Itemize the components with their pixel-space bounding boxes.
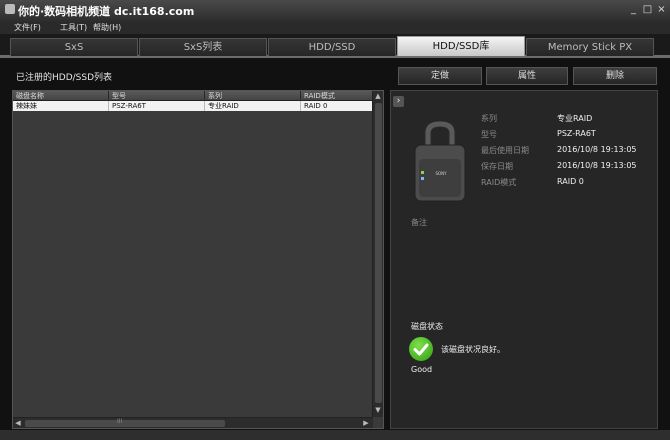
menu-file[interactable]: 文件(F) [14, 22, 41, 34]
value-last-used: 2016/10/8 19:13:05 [557, 145, 637, 154]
disk-status-value: Good [411, 365, 433, 374]
customize-button[interactable]: 定做 [398, 67, 482, 85]
cell-disk-name: 辣妹妹 [13, 101, 109, 111]
column-model[interactable]: 型号 [109, 91, 205, 101]
cell-raid-mode: RAID 0 [304, 102, 328, 110]
tab-sxs-list[interactable]: SxS列表 [139, 38, 267, 56]
column-raid-mode[interactable]: RAID模式 [301, 91, 373, 101]
label-model: 型号 [481, 130, 497, 139]
hdd-device-image: SONY [414, 120, 466, 202]
status-ok-icon [409, 337, 433, 361]
properties-button[interactable]: 属性 [486, 67, 568, 85]
detail-panel: › SONY 系列 专业RAID 型号 PSZ-RA6T 最后使用日期 2016… [390, 90, 658, 429]
tab-sxs[interactable]: SxS [10, 38, 138, 56]
scroll-up-icon[interactable]: ▲ [373, 91, 383, 101]
label-raid-mode: RAID模式 [481, 178, 517, 187]
label-series: 系列 [481, 114, 497, 123]
tab-memory-stick-px[interactable]: Memory Stick PX [526, 38, 654, 56]
column-disk-name[interactable]: 磁盘名称 [13, 91, 109, 101]
menu-bar: 文件(F) 工具(T) 帮助(H) [0, 22, 670, 34]
menu-help[interactable]: 帮助(H) [93, 22, 121, 34]
cell-model: PSZ-RA6T [109, 101, 205, 111]
label-saved-date: 保存日期 [481, 162, 513, 171]
status-bar [0, 430, 670, 440]
tab-hdd-ssd[interactable]: HDD/SSD [268, 38, 396, 56]
cell-series: 专业RAID [205, 101, 301, 111]
minimize-button[interactable]: _ [627, 4, 640, 16]
grip-icon: III [117, 418, 123, 425]
value-series: 专业RAID [557, 114, 593, 123]
table-row[interactable]: 辣妹妹 PSZ-RA6T 专业RAID RAID 0 [13, 101, 373, 111]
scroll-down-icon[interactable]: ▼ [373, 405, 383, 415]
checkmark-icon [413, 343, 429, 356]
horizontal-scroll-thumb[interactable]: III [25, 418, 225, 427]
table-header: 磁盘名称 型号 系列 RAID模式 [13, 91, 373, 101]
horizontal-scrollbar[interactable]: ◀ III ▶ [13, 417, 373, 428]
scroll-left-icon[interactable]: ◀ [13, 418, 23, 428]
list-title: 已注册的HDD/SSD列表 [16, 73, 113, 83]
value-model: PSZ-RA6T [557, 129, 596, 138]
value-saved-date: 2016/10/8 19:13:05 [557, 161, 637, 170]
tab-hdd-ssd-library[interactable]: HDD/SSD库 [397, 36, 525, 56]
disk-status-message: 该磁盘状况良好。 [441, 345, 505, 354]
disk-status-title: 磁盘状态 [411, 322, 443, 331]
value-raid-mode: RAID 0 [557, 177, 584, 186]
tab-bar: SxS SxS列表 HDD/SSD HDD/SSD库 Memory Stick … [0, 34, 670, 58]
window-title: 你的·数码相机频道 dc.it168.com [18, 5, 195, 18]
main-panel: 已注册的HDD/SSD列表 定做 属性 删除 磁盘名称 型号 系列 RAID模式… [0, 58, 670, 430]
title-bar: 你的·数码相机频道 dc.it168.com _ □ × [0, 0, 670, 22]
app-icon [5, 4, 15, 14]
expand-chevron-icon[interactable]: › [393, 96, 404, 107]
disk-table: 磁盘名称 型号 系列 RAID模式 辣妹妹 PSZ-RA6T 专业RAID RA… [12, 90, 384, 429]
scroll-right-icon[interactable]: ▶ [361, 418, 371, 428]
delete-button[interactable]: 删除 [573, 67, 657, 85]
close-button[interactable]: × [655, 4, 668, 16]
column-series[interactable]: 系列 [205, 91, 301, 101]
maximize-button[interactable]: □ [641, 4, 654, 16]
vertical-scroll-thumb[interactable] [375, 103, 382, 403]
menu-tools[interactable]: 工具(T) [60, 22, 87, 34]
device-brand-label: SONY [435, 171, 447, 176]
notes-label: 备注 [411, 218, 427, 227]
label-last-used: 最后使用日期 [481, 146, 529, 155]
vertical-scrollbar[interactable]: ▲ ▼ [372, 91, 383, 417]
